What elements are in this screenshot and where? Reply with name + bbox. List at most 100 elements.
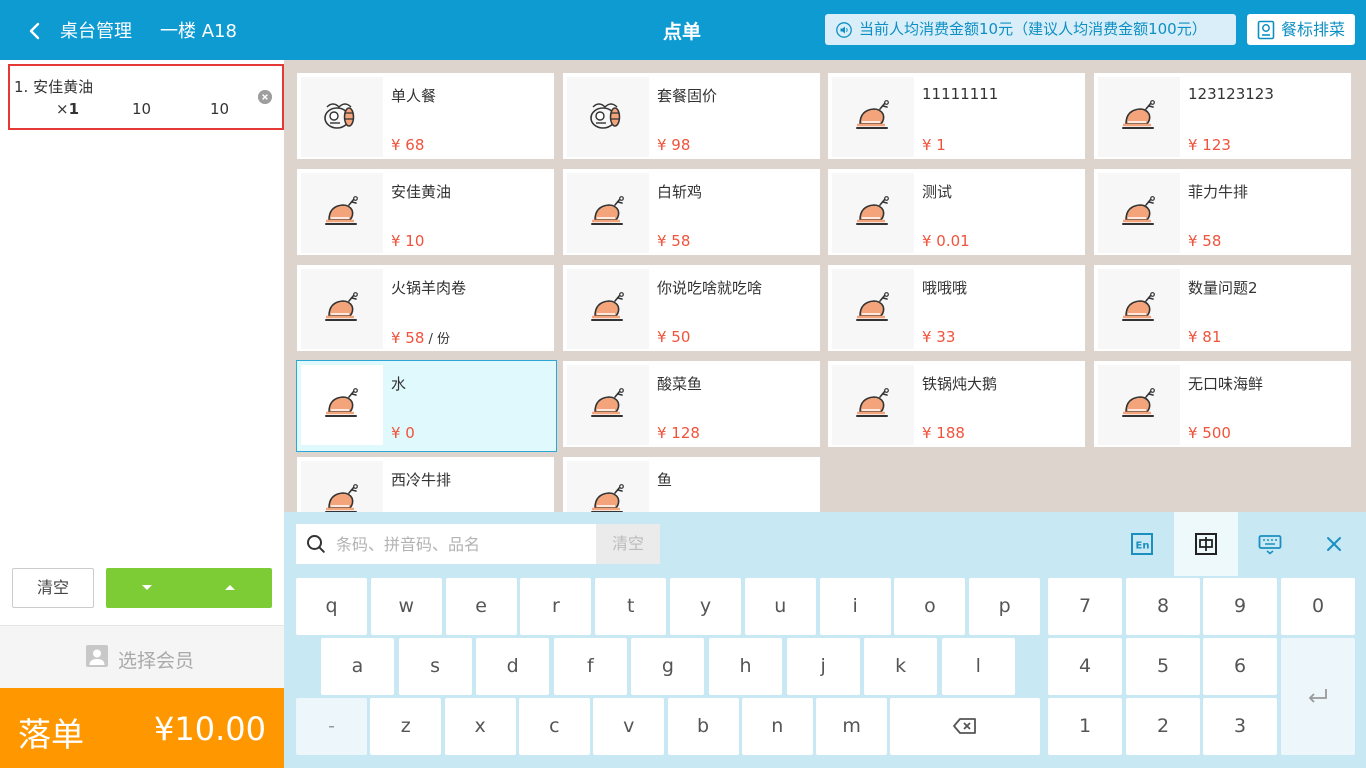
select-member-button[interactable]: 选择会员 [0, 625, 284, 689]
numpad-3[interactable]: 3 [1203, 698, 1277, 755]
product-image [301, 269, 383, 349]
key-m[interactable]: m [816, 698, 888, 755]
key-i[interactable]: i [819, 578, 891, 635]
product-price-value: ¥ 33 [922, 328, 956, 346]
key-f[interactable]: f [553, 638, 627, 695]
submit-order-button[interactable]: 落单 ¥10.00 [0, 688, 284, 768]
search-input[interactable] [336, 532, 591, 556]
product-card[interactable]: 数量问题2 ¥ 81 [1094, 265, 1351, 351]
close-keyboard-tab[interactable] [1302, 512, 1366, 576]
product-card[interactable]: 菲力牛排 ¥ 58 [1094, 169, 1351, 255]
product-card[interactable]: 安佳黄油 ¥ 10 [297, 169, 554, 255]
roast-chicken-icon [591, 292, 624, 321]
product-card[interactable]: 火锅羊肉卷 ¥ 58 / 份 [297, 265, 554, 351]
svg-text:En: En [1136, 541, 1150, 552]
product-price-value: ¥ 58 [657, 232, 691, 250]
product-card[interactable]: 酸菜鱼 ¥ 128 [563, 361, 820, 447]
key-dash[interactable]: - [296, 698, 367, 755]
key-l[interactable]: l [941, 638, 1015, 695]
notice-text: 当前人均消费金额10元（建议人均消费金额100元） [859, 20, 1207, 38]
key-y[interactable]: y [670, 578, 741, 635]
key-e[interactable]: e [445, 578, 517, 635]
key-n[interactable]: n [741, 698, 813, 755]
key-q[interactable]: q [296, 578, 367, 635]
numpad-7[interactable]: 7 [1048, 578, 1122, 635]
product-price-value: ¥ 10 [391, 232, 425, 250]
meal-standard-button[interactable]: 餐标排菜 [1247, 14, 1355, 45]
product-price-value: ¥ 68 [391, 136, 425, 154]
product-card[interactable]: 白斩鸡 ¥ 58 [563, 169, 820, 255]
product-card[interactable]: 水 ¥ 0 [296, 360, 557, 452]
key-c[interactable]: c [518, 698, 590, 755]
clear-order-button[interactable]: 清空 [12, 568, 94, 608]
product-name: 套餐固价 [657, 87, 718, 105]
product-card[interactable]: 你说吃啥就吃啥 ¥ 50 [563, 265, 820, 351]
product-price-value: ¥ 123 [1188, 136, 1231, 154]
product-card[interactable]: 西冷牛排 [297, 457, 554, 512]
key-w[interactable]: w [370, 578, 442, 635]
backspace-key[interactable] [890, 698, 1040, 755]
numpad-1[interactable]: 1 [1048, 698, 1122, 755]
remove-item-icon[interactable] [258, 90, 272, 104]
key-t[interactable]: t [595, 578, 667, 635]
product-price: ¥ 500 [1188, 424, 1231, 442]
product-card[interactable]: 鱼 [563, 457, 820, 512]
key-k[interactable]: k [864, 638, 938, 695]
back-arrow-icon[interactable] [24, 20, 46, 42]
product-card[interactable]: 11111111 ¥ 1 [828, 73, 1085, 159]
submit-label: 落单 [18, 715, 84, 754]
product-card[interactable]: 单人餐 ¥ 68 [297, 73, 554, 159]
product-card[interactable]: 哦哦哦 ¥ 33 [828, 265, 1085, 351]
product-price: ¥ 188 [922, 424, 965, 442]
key-z[interactable]: z [370, 698, 442, 755]
product-name: 酸菜鱼 [657, 375, 703, 393]
product-image [1098, 173, 1180, 253]
product-price: ¥ 33 [922, 328, 955, 346]
roast-chicken-icon [1122, 196, 1155, 225]
product-image [832, 269, 914, 349]
numpad-6[interactable]: 6 [1203, 638, 1277, 695]
key-b[interactable]: b [667, 698, 739, 755]
order-item[interactable]: 1. 安佳黄油 ×1 10 10 [8, 64, 284, 130]
key-s[interactable]: s [398, 638, 472, 695]
product-price-value: ¥ 58 [391, 329, 425, 347]
move-down-button[interactable] [106, 568, 189, 608]
key-u[interactable]: u [744, 578, 816, 635]
product-name: 白斩鸡 [657, 183, 703, 201]
product-price-value: ¥ 98 [657, 136, 691, 154]
key-j[interactable]: j [786, 638, 860, 695]
product-price-value: ¥ 1 [922, 136, 946, 154]
key-a[interactable]: a [321, 638, 394, 695]
numpad-8[interactable]: 8 [1126, 578, 1200, 635]
key-o[interactable]: o [894, 578, 966, 635]
keyboard-toggle-tab[interactable] [1238, 512, 1302, 576]
key-d[interactable]: d [476, 638, 550, 695]
key-h[interactable]: h [709, 638, 782, 695]
product-card[interactable]: 套餐固价 ¥ 98 [563, 73, 820, 159]
numpad-0[interactable]: 0 [1281, 578, 1355, 635]
key-g[interactable]: g [631, 638, 705, 695]
product-name: 123123123 [1188, 85, 1274, 103]
move-up-button[interactable] [189, 568, 272, 608]
key-v[interactable]: v [593, 698, 665, 755]
numpad-5[interactable]: 5 [1126, 638, 1200, 695]
enter-key[interactable] [1281, 638, 1355, 755]
key-p[interactable]: p [969, 578, 1041, 635]
roast-chicken-icon [1122, 388, 1155, 417]
product-price: ¥ 58 / 份 [391, 328, 450, 347]
product-price: ¥ 68 [391, 136, 424, 154]
product-card[interactable]: 测试 ¥ 0.01 [828, 169, 1085, 255]
search-clear-button[interactable]: 清空 [596, 524, 660, 564]
product-card[interactable]: 铁锅炖大鹅 ¥ 188 [828, 361, 1085, 447]
numpad-4[interactable]: 4 [1048, 638, 1122, 695]
chinese-mode-tab[interactable] [1174, 512, 1238, 576]
product-card[interactable]: 123123123 ¥ 123 [1094, 73, 1351, 159]
product-card[interactable]: 无口味海鲜 ¥ 500 [1094, 361, 1351, 447]
key-r[interactable]: r [520, 578, 592, 635]
key-x[interactable]: x [444, 698, 516, 755]
back-to-tables-link[interactable]: 桌台管理 [60, 20, 132, 44]
product-image [301, 365, 383, 445]
numpad-9[interactable]: 9 [1203, 578, 1277, 635]
english-mode-tab[interactable]: En [1110, 512, 1174, 576]
numpad-2[interactable]: 2 [1126, 698, 1200, 755]
